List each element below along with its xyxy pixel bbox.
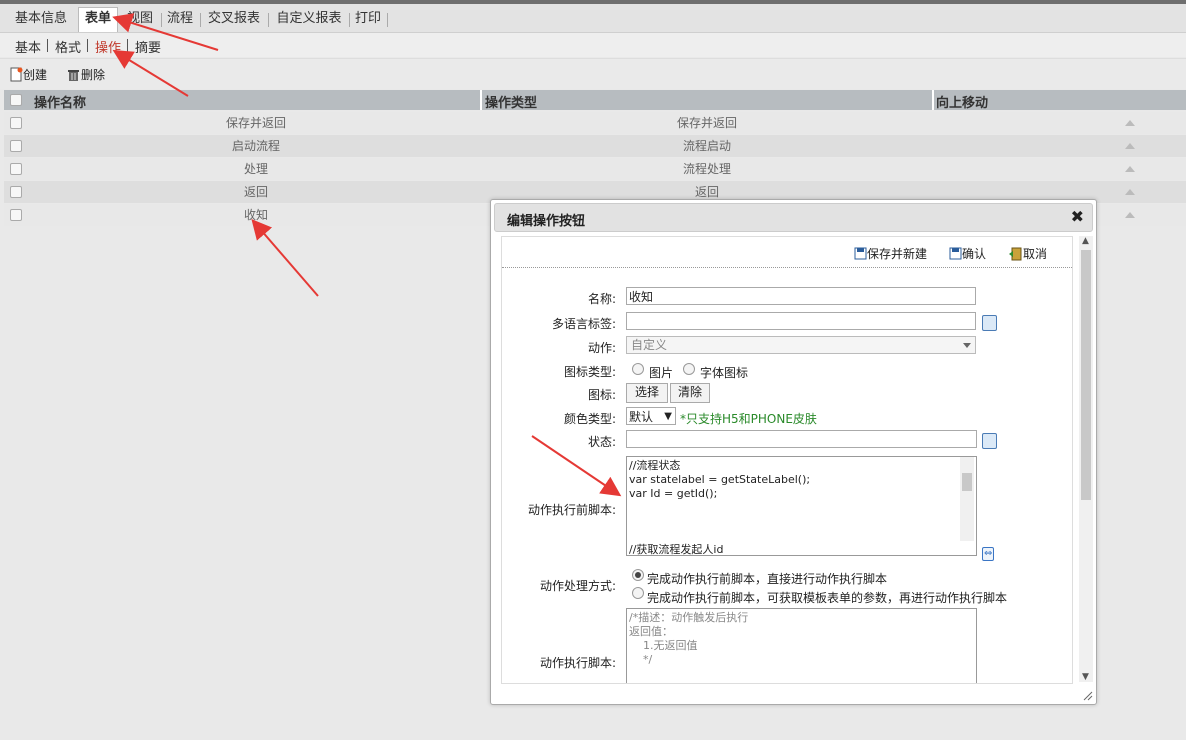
annotation-arrow xyxy=(251,218,319,297)
annotation-arrows xyxy=(112,13,622,497)
annotation-arrow xyxy=(112,49,189,97)
annotation-arrow xyxy=(531,435,622,497)
annotation-arrow xyxy=(112,13,219,51)
